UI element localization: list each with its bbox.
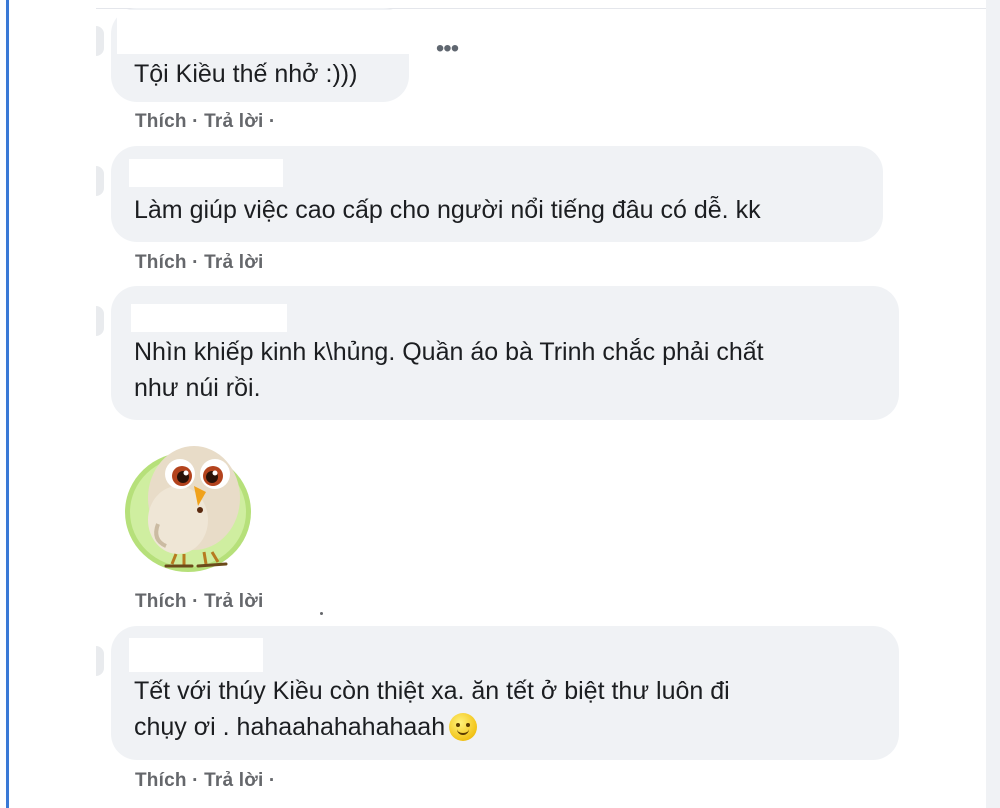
avatar[interactable] [96, 166, 104, 196]
reply-link[interactable]: Trả lời [204, 252, 263, 273]
chick-sticker[interactable] [122, 428, 258, 576]
author-name-redacted [117, 10, 409, 54]
smile-emoji-icon [449, 713, 478, 741]
comment-actions: Thích · Trả lời · [135, 111, 275, 133]
comment-bubble: Nhìn khiếp kinh k\hủng. Quần áo bà Trinh… [111, 286, 899, 420]
comment-text: Làm giúp việc cao cấp cho người nổi tiến… [134, 196, 761, 224]
separator: · [186, 111, 205, 132]
right-gutter [986, 0, 1000, 808]
comment-text: Tết với thúy Kiều còn thiệt xa. ăn tết ở… [134, 673, 877, 745]
avatar[interactable] [96, 26, 104, 56]
author-name-redacted [131, 304, 287, 332]
comment-text: Tội Kiều thế nhở :))) [134, 60, 358, 88]
like-link[interactable]: Thích [135, 591, 187, 612]
separator: · [263, 111, 276, 132]
avatar[interactable] [96, 646, 104, 676]
comment-text: Nhìn khiếp kinh k\hủng. Quần áo bà Trinh… [134, 338, 764, 402]
comment-thread: Tội Kiều thế nhở :))) ••• Thích · Trả lờ… [0, 0, 1000, 808]
reply-link[interactable]: Trả lời [204, 770, 263, 791]
author-name-redacted [129, 638, 263, 672]
like-link[interactable]: Thích [135, 111, 187, 132]
comment-actions: Thích · Trả lời [135, 591, 263, 613]
comment-actions: Thích · Trả lời · [135, 770, 275, 792]
comment-bubble: Tội Kiều thế nhở :))) [111, 8, 409, 102]
comment-bubble: Làm giúp việc cao cấp cho người nổi tiến… [111, 146, 883, 242]
separator: · [186, 252, 205, 273]
comment-text-body: Tết với thúy Kiều còn thiệt xa. ăn tết ở… [134, 677, 730, 741]
comment-bubble: Tết với thúy Kiều còn thiệt xa. ăn tết ở… [111, 626, 899, 760]
separator: · [186, 770, 205, 791]
more-options-button[interactable]: ••• [432, 37, 462, 66]
like-link[interactable]: Thích [135, 770, 187, 791]
separator: · [263, 770, 276, 791]
comment-actions: Thích · Trả lời [135, 252, 263, 274]
avatar[interactable] [96, 306, 104, 336]
thread-rule [6, 0, 9, 808]
stray-dot [320, 612, 323, 615]
author-name-redacted [129, 159, 283, 187]
reply-link[interactable]: Trả lời [204, 111, 263, 132]
separator: · [186, 591, 205, 612]
reply-link[interactable]: Trả lời [204, 591, 263, 612]
like-link[interactable]: Thích [135, 252, 187, 273]
